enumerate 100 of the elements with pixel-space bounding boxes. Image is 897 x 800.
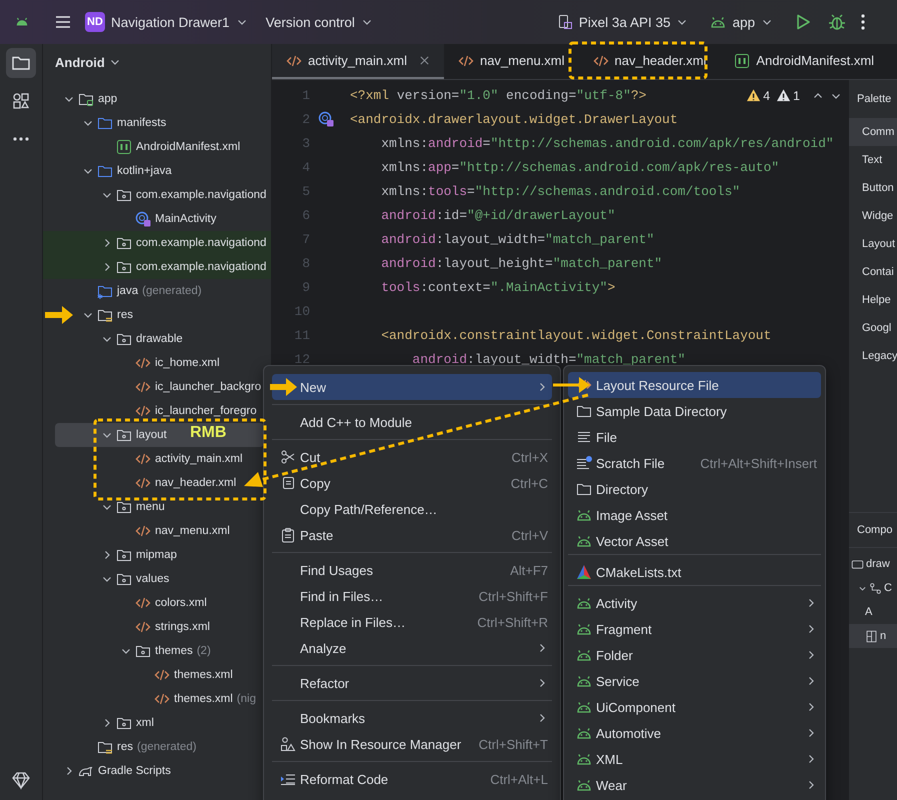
tree-item[interactable]: com.example.navigationd	[43, 231, 271, 255]
action-item[interactable]: Reformat Code Ctrl+Alt+L	[272, 766, 552, 792]
inspection-counter[interactable]: 1	[776, 88, 800, 103]
android-icon	[576, 533, 592, 549]
palette-category[interactable]: Legacy	[849, 342, 897, 370]
action-item[interactable]: Copy Path/Reference…	[272, 496, 552, 522]
action-item[interactable]: New	[272, 374, 552, 400]
action-item[interactable]: Refactor	[272, 670, 552, 696]
tree-item[interactable]: java (generated)	[55, 279, 264, 303]
palette-category[interactable]: Googl	[849, 314, 897, 342]
close-icon[interactable]	[418, 55, 430, 66]
palette-category[interactable]: Text	[849, 146, 897, 174]
action-item[interactable]: File	[568, 424, 821, 450]
tree-item[interactable]: themes.xml	[55, 663, 264, 687]
run-config-selector[interactable]: app	[704, 10, 779, 34]
palette-category[interactable]: Helpe	[849, 286, 897, 314]
action-item[interactable]: Directory	[568, 476, 821, 502]
action-item[interactable]: Add C++ to Module	[272, 409, 552, 435]
device-selector[interactable]: Pixel 3a API 35	[550, 10, 694, 34]
action-item[interactable]: UiComponent	[568, 694, 821, 720]
tree-item[interactable]: nav_menu.xml	[55, 519, 264, 543]
action-item[interactable]: Cut Ctrl+X	[272, 444, 552, 470]
action-item[interactable]: Automotive	[568, 720, 821, 746]
tree-item[interactable]: colors.xml	[55, 591, 264, 615]
tree-item[interactable]: drawable	[55, 327, 264, 351]
tree-item[interactable]: Gradle Scripts	[55, 759, 264, 783]
component-item[interactable]: draw	[849, 552, 897, 576]
component-item[interactable]: A	[849, 600, 897, 624]
palette-category[interactable]: Widge	[849, 202, 897, 230]
tree-item[interactable]: ic_launcher_backgro	[55, 375, 264, 399]
action-item[interactable]: Wear	[568, 772, 821, 798]
code-file-icon	[135, 379, 151, 395]
editor-tab[interactable]: activity_main.xml	[272, 44, 444, 79]
tree-item[interactable]: MainActivity	[55, 207, 264, 231]
action-item[interactable]: CMakeLists.txt	[568, 559, 821, 585]
action-item[interactable]: Activity	[568, 590, 821, 616]
tree-item[interactable]: kotlin+java	[55, 159, 264, 183]
component-item[interactable]: n	[849, 624, 897, 648]
action-item[interactable]: Scratch File Ctrl+Alt+Shift+Insert	[568, 450, 821, 476]
resource-folder-icon	[97, 739, 113, 755]
vcs-selector[interactable]: Version control	[260, 10, 379, 34]
tree-item[interactable]: ic_launcher_foregro	[55, 399, 264, 423]
tree-item[interactable]: xml	[55, 711, 264, 735]
action-item[interactable]: XML	[568, 746, 821, 772]
palette-category[interactable]: Layout	[849, 230, 897, 258]
action-item[interactable]: Service	[568, 668, 821, 694]
resource-folder-icon	[97, 307, 113, 323]
gem-icon[interactable]	[11, 770, 31, 790]
palette-category[interactable]: Button	[849, 174, 897, 202]
code-line: xmlns:tools="http://schemas.android.com/tools"	[380, 184, 740, 198]
scratch-file-icon	[576, 455, 592, 471]
inspection-counter[interactable]: 4	[746, 88, 770, 103]
tree-item[interactable]: mipmap	[55, 543, 264, 567]
action-item[interactable]: Sample Data Directory	[568, 398, 821, 424]
tree-item[interactable]: com.example.navigationd	[55, 183, 264, 207]
tree-item[interactable]: manifests	[55, 111, 264, 135]
code-line: android:layout_width="match_parent"	[411, 352, 686, 366]
action-item[interactable]: Layout Resource File	[568, 372, 821, 398]
package-folder-icon	[116, 187, 132, 203]
tree-item[interactable]: ic_home.xml	[55, 351, 264, 375]
tree-item[interactable]: themes.xml (nig	[55, 687, 264, 711]
tree-item[interactable]: app	[55, 87, 264, 111]
tree-item[interactable]: com.example.navigationd	[43, 255, 271, 279]
view-selector[interactable]: Android	[55, 54, 121, 70]
warning-icon	[776, 88, 792, 103]
triangle-icon	[576, 564, 592, 580]
component-item[interactable]: C	[849, 576, 897, 600]
package-folder-icon	[135, 643, 151, 659]
project-selector[interactable]: Navigation Drawer1	[105, 10, 254, 34]
action-item[interactable]: Vector Asset	[568, 528, 821, 554]
tree-item[interactable]: values	[55, 567, 264, 591]
tree-item[interactable]: nav_header.xml	[55, 471, 264, 495]
action-item[interactable]: Image Asset	[568, 502, 821, 528]
tree-item[interactable]: res (generated)	[55, 735, 264, 759]
tree-item[interactable]: menu	[55, 495, 264, 519]
tree-item[interactable]: AndroidManifest.xml	[55, 135, 264, 159]
pointer-arrow	[553, 377, 590, 393]
tree-item[interactable]: strings.xml	[55, 615, 264, 639]
action-item[interactable]: Bookmarks	[272, 705, 552, 731]
panel-title: Compo	[849, 513, 897, 548]
tree-item[interactable]: themes (2)	[55, 639, 264, 663]
action-item[interactable]: Copy Ctrl+C	[272, 470, 552, 496]
action-item[interactable]: Paste Ctrl+V	[272, 522, 552, 548]
action-item[interactable]: Fragment	[568, 616, 821, 642]
palette-category[interactable]: Contai	[849, 258, 897, 286]
action-item[interactable]: Show In Resource Manager Ctrl+Shift+T	[272, 731, 552, 757]
tree-item[interactable]: res	[55, 303, 264, 327]
tree-item[interactable]: activity_main.xml	[55, 447, 264, 471]
action-item[interactable]: Folder	[568, 642, 821, 668]
action-item[interactable]: Find Usages Alt+F7	[272, 557, 552, 583]
palette-category[interactable]: Comm	[849, 118, 897, 146]
action-item[interactable]: Replace in Files… Ctrl+Shift+R	[272, 609, 552, 635]
editor-tab[interactable]: nav_menu.xml	[444, 44, 579, 79]
editor-tab[interactable]: nav_header.xml	[578, 44, 720, 79]
tool-window-button[interactable]	[6, 48, 36, 78]
editor-tab[interactable]: AndroidManifest.xml	[720, 44, 888, 79]
code-line: xmlns:android="http://schemas.android.com/apk/res/android"	[380, 136, 834, 150]
package-folder-icon	[116, 259, 132, 275]
action-item[interactable]: Analyze	[272, 635, 552, 661]
action-item[interactable]: Find in Files… Ctrl+Shift+F	[272, 583, 552, 609]
